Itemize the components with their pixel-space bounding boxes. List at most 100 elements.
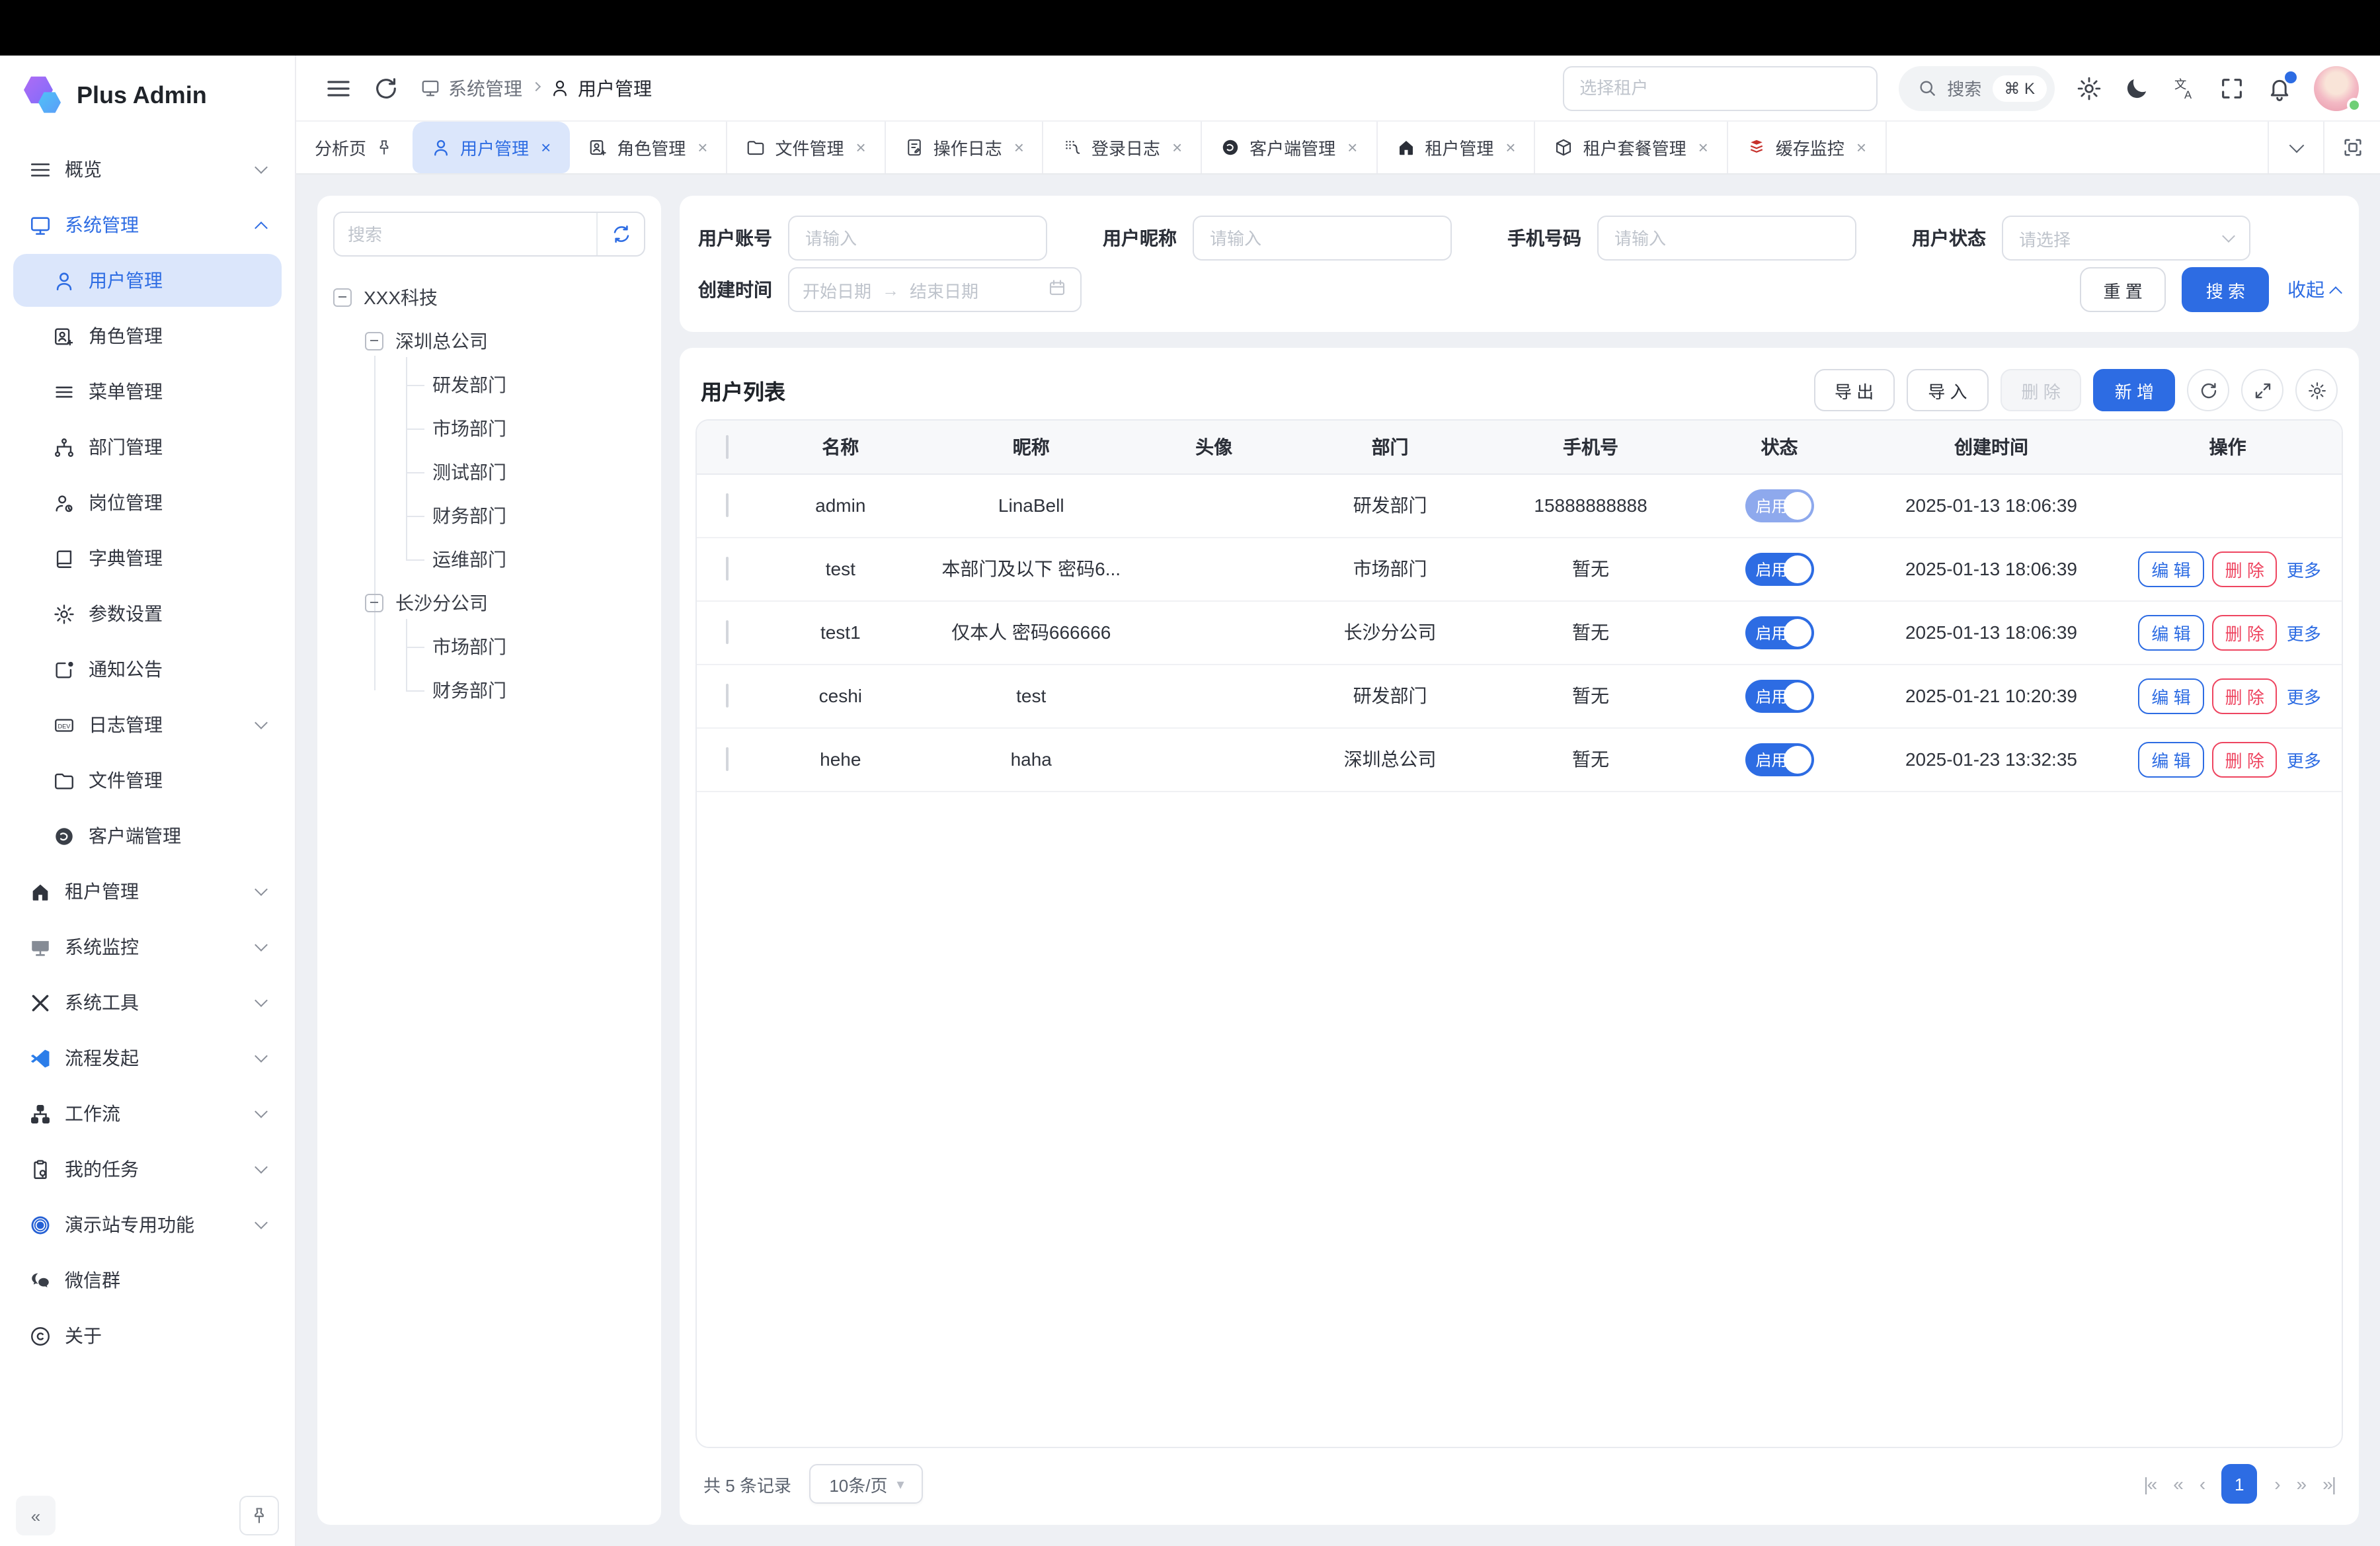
sidebar-item-client-mgmt[interactable]: 客户端管理 <box>13 809 282 862</box>
sidebar-item-user-mgmt[interactable]: 用户管理 <box>13 254 282 307</box>
close-tab-icon[interactable]: × <box>1856 138 1866 157</box>
tree-leaf[interactable]: 市场部门 <box>406 406 645 450</box>
date-range-picker[interactable]: 开始日期 → 结束日期 <box>788 267 1082 312</box>
more-button[interactable]: 更多 <box>2287 560 2321 580</box>
sidebar-item-dict-mgmt[interactable]: 字典管理 <box>13 532 282 585</box>
tree-node-branch[interactable]: 长沙分公司 <box>365 581 645 624</box>
breadcrumb-user-mgmt[interactable]: 用户管理 <box>550 75 652 101</box>
row-checkbox[interactable] <box>726 684 729 708</box>
row-delete-button[interactable]: 删 除 <box>2212 551 2278 587</box>
tree-leaf[interactable]: 市场部门 <box>406 624 645 668</box>
edit-button[interactable]: 编 辑 <box>2138 551 2203 587</box>
more-button[interactable]: 更多 <box>2287 687 2321 707</box>
tree-leaf[interactable]: 财务部门 <box>406 668 645 712</box>
sidebar-item-about[interactable]: 关于 <box>13 1309 282 1362</box>
status-toggle[interactable]: 启用 <box>1745 552 1813 585</box>
close-tab-icon[interactable]: × <box>1505 138 1515 157</box>
language-translate-icon[interactable]: 文A <box>2171 75 2198 101</box>
row-checkbox[interactable] <box>726 493 729 517</box>
tab-user-mgmt[interactable]: 用户管理 × <box>413 122 569 173</box>
sidebar-collapse-button[interactable]: « <box>16 1496 56 1535</box>
tree-leaf[interactable]: 研发部门 <box>406 362 645 406</box>
sidebar-item-system-monitor[interactable]: 系统监控 <box>13 920 282 973</box>
sidebar-item-post-mgmt[interactable]: 岗位管理 <box>13 476 282 529</box>
sidebar-item-file-mgmt[interactable]: 文件管理 <box>13 754 282 807</box>
sidebar-item-param-settings[interactable]: 参数设置 <box>13 587 282 640</box>
tenant-select-input[interactable] <box>1562 65 1877 110</box>
sidebar-item-my-tasks[interactable]: 我的任务 <box>13 1143 282 1196</box>
collapse-filters-link[interactable]: 收起 <box>2287 276 2340 303</box>
more-button[interactable]: 更多 <box>2287 624 2321 643</box>
collapse-box-icon[interactable] <box>333 288 352 306</box>
sidebar-item-system-mgmt[interactable]: 系统管理 <box>13 198 282 251</box>
import-button[interactable]: 导 入 <box>1907 369 1988 411</box>
sidebar-item-menu-mgmt[interactable]: 菜单管理 <box>13 365 282 418</box>
refresh-icon[interactable] <box>373 75 399 101</box>
tab-tenant-mgmt[interactable]: 租户管理 × <box>1377 122 1535 173</box>
sidebar-item-process-start[interactable]: 流程发起 <box>13 1032 282 1084</box>
tree-refresh-button[interactable] <box>596 213 644 255</box>
row-delete-button[interactable]: 删 除 <box>2212 614 2278 650</box>
sidebar-item-tenant-mgmt[interactable]: 租户管理 <box>13 865 282 918</box>
close-tab-icon[interactable]: × <box>1698 138 1708 157</box>
current-page-button[interactable]: 1 <box>2221 1464 2257 1504</box>
tab-cache-monitor[interactable]: 缓存监控 × <box>1728 122 1886 173</box>
fullscreen-icon[interactable] <box>2219 75 2245 101</box>
prev-page-button[interactable]: ‹ <box>2200 1473 2204 1494</box>
notifications-bell-icon[interactable] <box>2266 75 2293 101</box>
tab-role-mgmt[interactable]: 角色管理 × <box>569 122 727 173</box>
first-page-button[interactable]: |« <box>2143 1473 2156 1494</box>
status-toggle[interactable]: 启用 <box>1745 679 1813 712</box>
global-search[interactable]: 搜索 ⌘ K <box>1898 65 2055 110</box>
add-button[interactable]: 新 增 <box>2094 369 2175 411</box>
tree-node-branch[interactable]: 深圳总公司 <box>365 319 645 362</box>
back-10-pages-button[interactable]: « <box>2173 1473 2182 1494</box>
sidebar-item-system-tools[interactable]: 系统工具 <box>13 976 282 1029</box>
close-tab-icon[interactable]: × <box>856 138 866 157</box>
tree-leaf[interactable]: 财务部门 <box>406 493 645 537</box>
status-toggle[interactable]: 启用 <box>1745 489 1813 522</box>
row-delete-button[interactable]: 删 除 <box>2212 741 2278 777</box>
status-toggle[interactable]: 启用 <box>1745 743 1813 776</box>
export-button[interactable]: 导 出 <box>1813 369 1895 411</box>
tree-leaf[interactable]: 运维部门 <box>406 537 645 581</box>
close-tab-icon[interactable]: × <box>1172 138 1182 157</box>
tree-search-input[interactable] <box>335 224 596 244</box>
more-button[interactable]: 更多 <box>2287 751 2321 770</box>
sidebar-item-demo-features[interactable]: 演示站专用功能 <box>13 1198 282 1251</box>
last-page-button[interactable]: »| <box>2322 1473 2335 1494</box>
page-size-select[interactable]: 10条/页 ▾ <box>810 1464 924 1504</box>
delete-button[interactable]: 删 除 <box>2001 369 2082 411</box>
collapse-box-icon[interactable] <box>365 593 383 612</box>
tree-leaf[interactable]: 测试部门 <box>406 450 645 493</box>
hamburger-menu-icon[interactable] <box>325 75 352 101</box>
table-expand-button[interactable] <box>2241 369 2283 411</box>
forward-10-pages-button[interactable]: » <box>2297 1473 2306 1494</box>
tab-login-log[interactable]: 登录日志 × <box>1044 122 1202 173</box>
close-tab-icon[interactable]: × <box>1347 138 1357 157</box>
edit-button[interactable]: 编 辑 <box>2138 678 2203 713</box>
column-settings-gear-button[interactable] <box>2295 369 2338 411</box>
table-refresh-button[interactable] <box>2187 369 2229 411</box>
reset-button[interactable]: 重 置 <box>2080 267 2166 312</box>
tab-file-mgmt[interactable]: 文件管理 × <box>727 122 885 173</box>
status-select[interactable]: 请选择 <box>2002 216 2250 261</box>
close-tab-icon[interactable]: × <box>1014 138 1024 157</box>
sidebar-item-overview[interactable]: 概览 <box>13 143 282 196</box>
sidebar-item-notice[interactable]: 通知公告 <box>13 643 282 696</box>
sidebar-item-dept-mgmt[interactable]: 部门管理 <box>13 421 282 473</box>
edit-button[interactable]: 编 辑 <box>2138 614 2203 650</box>
select-all-checkbox[interactable] <box>726 435 729 459</box>
tab-list-dropdown-button[interactable] <box>2269 122 2324 173</box>
user-avatar[interactable] <box>2314 65 2359 110</box>
tree-node-root[interactable]: XXX科技 <box>333 275 645 319</box>
sidebar-item-role-mgmt[interactable]: 角色管理 <box>13 309 282 362</box>
sidebar-item-log-mgmt[interactable]: DEV 日志管理 <box>13 698 282 751</box>
tab-analysis[interactable]: 分析页 <box>296 122 411 173</box>
nickname-input[interactable] <box>1193 216 1452 261</box>
row-checkbox[interactable] <box>726 557 729 581</box>
tab-client-mgmt[interactable]: 客户端管理 × <box>1202 122 1377 173</box>
next-page-button[interactable]: › <box>2274 1473 2279 1494</box>
row-checkbox[interactable] <box>726 620 729 644</box>
edit-button[interactable]: 编 辑 <box>2138 741 2203 777</box>
